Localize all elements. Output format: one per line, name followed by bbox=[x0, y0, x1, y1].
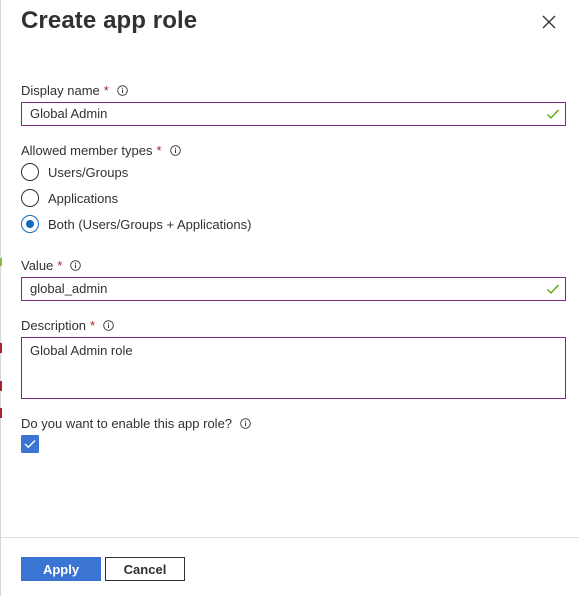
display-name-label-text: Display name bbox=[21, 83, 100, 98]
description-label: Description * bbox=[21, 318, 114, 333]
required-mark: * bbox=[90, 318, 96, 333]
close-button[interactable] bbox=[538, 11, 560, 33]
radio-label: Both (Users/Groups + Applications) bbox=[48, 216, 252, 232]
background-edge-mark bbox=[0, 258, 2, 266]
radio-label: Users/Groups bbox=[48, 164, 129, 180]
radio-label: Applications bbox=[48, 190, 119, 206]
value-label-text: Value bbox=[21, 258, 54, 273]
close-icon bbox=[542, 15, 556, 29]
radio-selected-dot bbox=[26, 220, 34, 228]
enable-checkbox[interactable] bbox=[21, 435, 39, 453]
display-name-label: Display name * bbox=[21, 83, 128, 98]
radio-users-groups[interactable]: Users/Groups bbox=[21, 162, 128, 182]
background-edge-mark bbox=[0, 381, 2, 391]
info-icon[interactable] bbox=[240, 418, 251, 429]
enable-label: Do you want to enable this app role? bbox=[21, 416, 251, 431]
member-types-label: Allowed member types * bbox=[21, 143, 181, 158]
checkmark-icon bbox=[547, 109, 559, 119]
value-label: Value * bbox=[21, 258, 82, 273]
info-icon[interactable] bbox=[70, 260, 82, 271]
display-name-input[interactable]: Global Admin bbox=[21, 102, 566, 126]
radio-button-selected[interactable] bbox=[21, 215, 39, 233]
radio-button[interactable] bbox=[21, 189, 39, 207]
required-mark: * bbox=[156, 143, 162, 158]
value-value: global_admin bbox=[30, 281, 108, 296]
description-label-text: Description bbox=[21, 318, 87, 333]
checkmark-icon bbox=[547, 284, 559, 294]
cancel-button[interactable]: Cancel bbox=[105, 557, 185, 581]
description-value: Global Admin role bbox=[30, 343, 133, 358]
value-input[interactable]: global_admin bbox=[21, 277, 566, 301]
info-icon[interactable] bbox=[117, 85, 128, 96]
description-textarea[interactable]: Global Admin role bbox=[21, 337, 566, 399]
radio-button[interactable] bbox=[21, 163, 39, 181]
background-edge-mark bbox=[0, 343, 2, 353]
required-mark: * bbox=[103, 83, 109, 98]
required-mark: * bbox=[57, 258, 63, 273]
enable-label-text: Do you want to enable this app role? bbox=[21, 416, 233, 431]
panel-title: Create app role bbox=[21, 7, 198, 34]
background-edge-mark bbox=[0, 408, 2, 418]
apply-button[interactable]: Apply bbox=[21, 557, 101, 581]
info-icon[interactable] bbox=[169, 145, 181, 156]
info-icon[interactable] bbox=[103, 320, 114, 331]
display-name-value: Global Admin bbox=[30, 106, 108, 121]
radio-both[interactable]: Both (Users/Groups + Applications) bbox=[21, 214, 251, 234]
member-types-label-text: Allowed member types bbox=[21, 143, 153, 158]
panel-left-border bbox=[0, 0, 1, 596]
radio-applications[interactable]: Applications bbox=[21, 188, 118, 208]
checkbox-check-icon bbox=[24, 440, 36, 449]
footer-divider bbox=[1, 537, 579, 538]
